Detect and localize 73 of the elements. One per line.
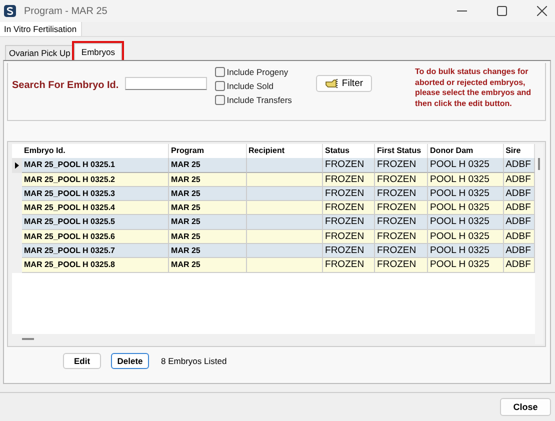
table-cell: POOL H 0325 [428, 201, 504, 216]
search-label: Search For Embryo Id. [12, 80, 119, 91]
table-cell: MAR 25_POOL H 0325.3 [22, 186, 170, 202]
window-title: Program - MAR 25 [24, 6, 108, 16]
tab[interactable]: Ovarian Pick Up [5, 45, 74, 60]
table-cell: POOL H 0325 [428, 244, 504, 258]
table-cell: MAR 25 [169, 258, 247, 273]
table-cell: FROZEN [375, 215, 428, 230]
table-cell: MAR 25_POOL H 0325.7 [22, 244, 170, 258]
table-cell: FROZEN [323, 244, 376, 258]
action-button[interactable]: Delete [111, 353, 149, 369]
table-cell: ADBF [504, 158, 535, 173]
table-cell: MAR 25 [169, 215, 247, 230]
table-cell: FROZEN [375, 186, 428, 202]
table-cell: POOL H 0325 [428, 215, 504, 230]
table-cell: FROZEN [323, 158, 376, 173]
table-cell: FROZEN [375, 258, 428, 273]
table-cell: FROZEN [323, 186, 376, 202]
table-cell: POOL H 0325 [428, 230, 504, 244]
table-cell: POOL H 0325 [428, 172, 504, 187]
count-text: 8 Embryos Listed [161, 356, 227, 366]
scrollbar[interactable] [535, 144, 543, 344]
close-button[interactable]: Close [500, 398, 551, 416]
checkbox[interactable] [214, 81, 225, 91]
search-field[interactable] [124, 77, 207, 90]
table-cell: FROZEN [375, 244, 428, 258]
checkbox[interactable] [214, 67, 225, 77]
table-cell: MAR 25_POOL H 0325.4 [22, 201, 170, 216]
table-cell: MAR 25 [169, 201, 247, 216]
section-tab[interactable]: In Vitro Fertilisation [0, 22, 82, 36]
table-cell: MAR 25 [169, 172, 247, 187]
close-icon[interactable] [537, 6, 547, 16]
table-cell: ADBF [504, 172, 535, 187]
table-cell: POOL H 0325 [428, 158, 504, 173]
table-cell: ADBF [504, 215, 535, 230]
instruction-text: To do bulk status changes for aborted or rejected embryos, please select the embryos and then click the edit button. [415, 67, 532, 109]
checkbox[interactable] [214, 95, 225, 105]
table-row[interactable]: MAR 25_POOL H 0325.1 MAR 25 FROZEN FROZEN POOL H 0325 ADBF [12, 158, 535, 173]
checkbox-label: Include Sold [226, 81, 274, 91]
tab[interactable]: Embryos [74, 43, 122, 60]
table-row[interactable]: MAR 25_POOL H 0325.2 MAR 25 FROZEN FROZEN POOL H 0325 ADBF [12, 172, 535, 187]
table-cell: ADBF [504, 244, 535, 258]
table-cell: MAR 25 [169, 244, 247, 258]
checkbox-label: Include Transfers [226, 95, 292, 105]
table-cell: MAR 25 [169, 158, 247, 173]
table-cell: POOL H 0325 [428, 186, 504, 202]
table-cell: MAR 25 [169, 230, 247, 244]
action-button[interactable]: Edit [63, 353, 101, 369]
table-cell: FROZEN [323, 215, 376, 230]
table-cell: MAR 25 [169, 186, 247, 202]
table-cell: FROZEN [323, 172, 376, 187]
table-cell: ADBF [504, 186, 535, 202]
table-cell: FROZEN [375, 230, 428, 244]
table-cell: MAR 25_POOL H 0325.1 [22, 158, 170, 173]
checkbox-label: Include Progeny [226, 67, 288, 77]
table-cell: ADBF [504, 258, 535, 273]
table-cell: FROZEN [375, 158, 428, 173]
table-cell: MAR 25_POOL H 0325.2 [22, 172, 170, 187]
table-cell: ADBF [504, 201, 535, 216]
table-cell: ADBF [504, 230, 535, 244]
table-cell: FROZEN [375, 172, 428, 187]
table-cell: MAR 25_POOL H 0325.5 [22, 215, 170, 230]
app-logo-icon [4, 5, 16, 17]
table-cell: POOL H 0325 [428, 258, 504, 273]
table-cell: MAR 25_POOL H 0325.8 [22, 258, 170, 273]
table-cell: FROZEN [323, 230, 376, 244]
table-cell: FROZEN [323, 258, 376, 273]
scroll-thumb[interactable] [22, 338, 34, 340]
maximize-icon[interactable] [497, 6, 507, 16]
table-cell: MAR 25_POOL H 0325.6 [22, 230, 170, 244]
table-cell: FROZEN [323, 201, 376, 216]
table-cell: FROZEN [375, 201, 428, 216]
filter-button[interactable]: Filter [316, 75, 372, 92]
